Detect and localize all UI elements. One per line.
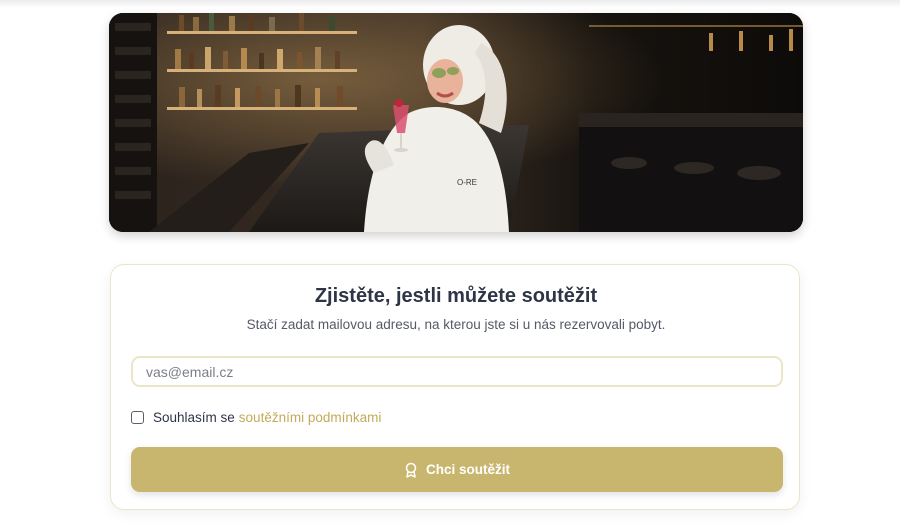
consent-label: Souhlasím se [153,409,235,425]
email-input[interactable] [131,356,783,387]
hero-photo-illustration: O-RE [109,13,803,232]
submit-button[interactable]: Chci soutěžit [131,447,783,492]
contest-eligibility-card: Zjistěte, jestli můžete soutěžit Stačí z… [110,264,800,510]
top-edge-shadow [0,0,900,8]
terms-link[interactable]: soutěžními podmínkami [239,410,382,425]
hero-image: O-RE [109,13,803,232]
consent-checkbox[interactable] [131,410,144,424]
svg-text:O-RE: O-RE [457,178,477,187]
consent-row[interactable]: Souhlasím se soutěžními podmínkami [131,408,381,426]
award-ribbon-icon [404,462,418,478]
card-subtitle: Stačí zadat mailovou adresu, na kterou j… [246,317,666,332]
card-title: Zjistěte, jestli můžete soutěžit [314,285,598,307]
submit-label: Chci soutěžit [425,462,510,477]
